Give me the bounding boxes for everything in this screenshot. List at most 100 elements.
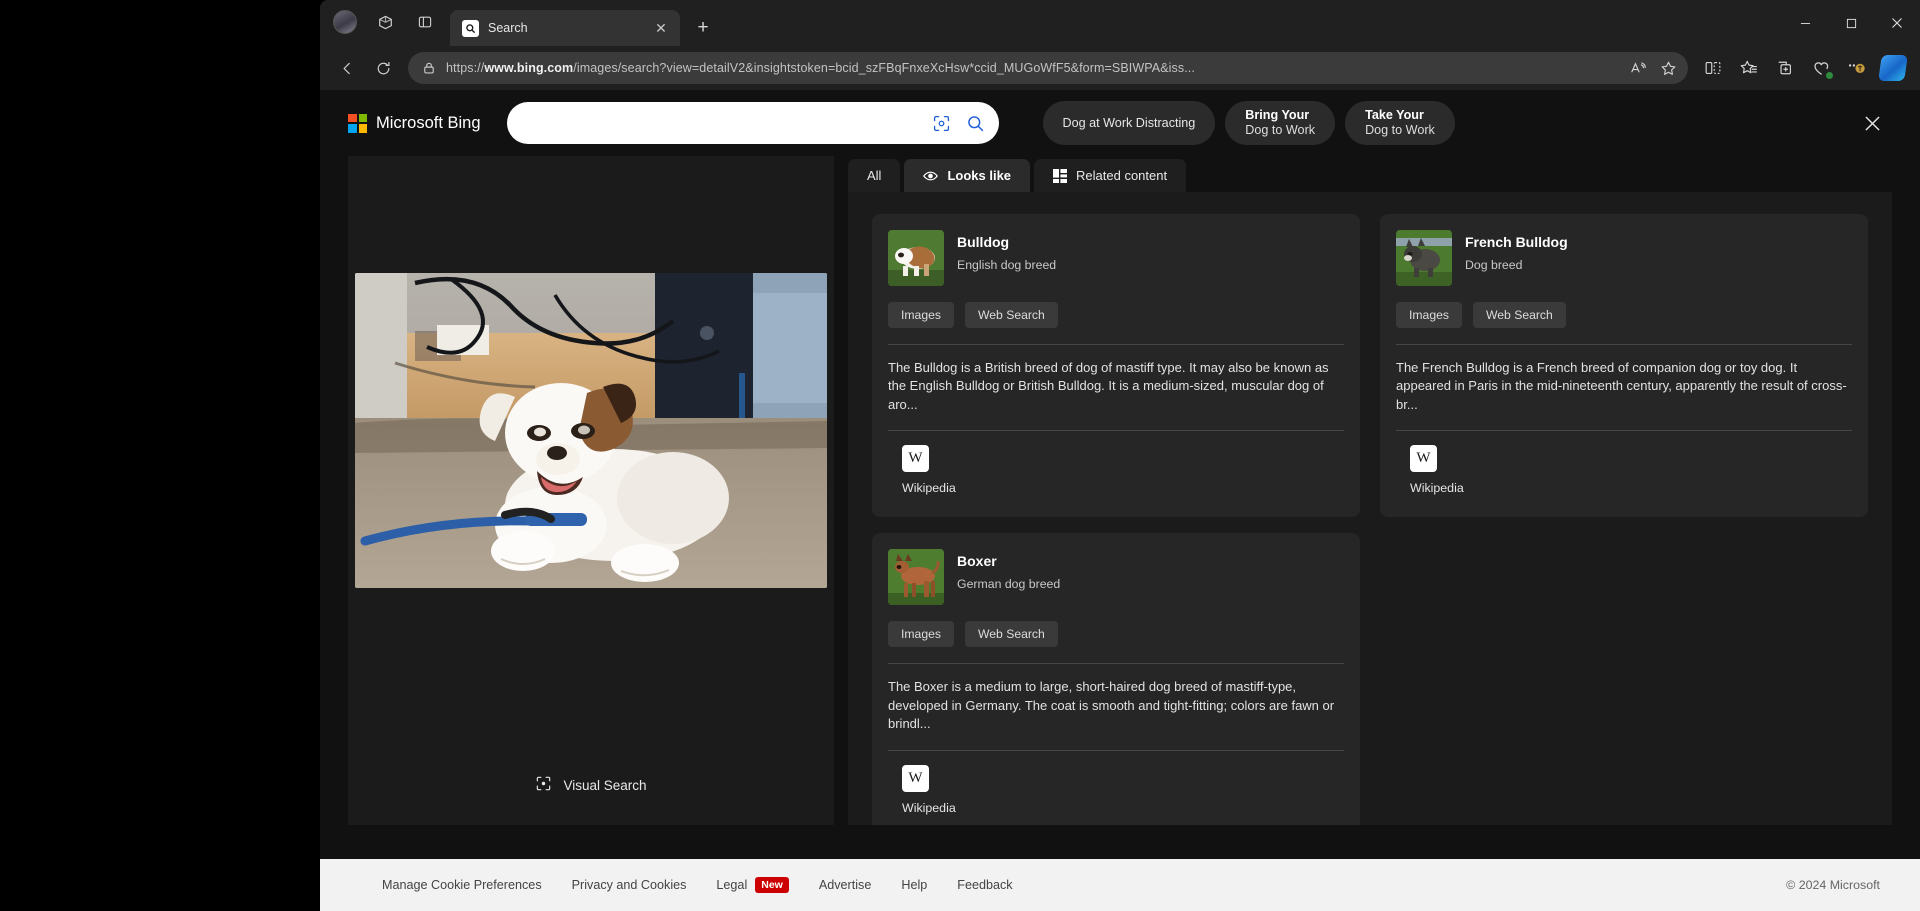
card-thumbnail[interactable] [888, 549, 944, 606]
tab-title: Search [488, 21, 528, 35]
browser-tab-strip: Search ✕ + [320, 0, 1920, 46]
card-title: Bulldog [957, 234, 1010, 250]
entity-card[interactable]: Bulldog English dog breed Images Web Sea… [872, 214, 1360, 518]
tab-related-content[interactable]: Related content [1034, 159, 1187, 192]
card-description: The Bulldog is a British breed of dog of… [888, 360, 1329, 412]
related-search-pills: Dog at Work Distracting Bring Your Dog t… [1042, 101, 1455, 145]
footer-link-privacy-and-cookies[interactable]: Privacy and Cookies [572, 878, 687, 892]
wikipedia-icon: W [1410, 445, 1437, 473]
lock-icon[interactable] [422, 61, 436, 75]
visual-search-label: Visual Search [563, 777, 647, 793]
collections-icon[interactable] [1768, 51, 1802, 85]
url-bar[interactable]: https://www.bing.com/images/search?view=… [408, 52, 1688, 84]
entity-card[interactable]: Boxer German dog breed Images Web Search [872, 533, 1360, 825]
entity-card[interactable]: French Bulldog Dog breed Images Web Sear… [1380, 214, 1868, 518]
tab-looks-like[interactable]: Looks like [904, 159, 1031, 192]
card-source[interactable]: W Wikipedia [888, 445, 1344, 495]
source-label: Wikipedia [902, 800, 956, 815]
insights-pane: All Looks like Related content Bulldog E… [834, 156, 1892, 825]
close-window-button[interactable] [1874, 0, 1920, 46]
card-description: The French Bulldog is a French breed of … [1396, 360, 1847, 412]
card-header: Boxer German dog breed [888, 549, 1344, 606]
card-subtitle: German dog breed [957, 577, 1061, 592]
footer-link-help[interactable]: Help [901, 878, 927, 892]
footer-link-manage-cookie-preferences[interactable]: Manage Cookie Preferences [382, 878, 542, 892]
visual-search-icon [535, 775, 552, 795]
card-subtitle: English dog breed [957, 258, 1057, 272]
visual-search-camera-icon[interactable] [925, 106, 959, 140]
web-search-button[interactable]: Web Search [964, 621, 1058, 648]
french-bulldog-thumbnail-image [1396, 230, 1452, 286]
copilot-icon[interactable] [1876, 51, 1910, 85]
page-footer: Manage Cookie Preferences Privacy and Co… [320, 859, 1920, 911]
footer-spacer [320, 825, 1920, 859]
tab-close-icon[interactable]: ✕ [650, 17, 672, 39]
profile-avatar[interactable] [328, 5, 362, 39]
images-button[interactable]: Images [888, 621, 954, 648]
card-titles: Bulldog English dog breed [957, 230, 1056, 272]
eye-icon [923, 170, 939, 182]
suggestion-line1: Take Your [1365, 108, 1424, 122]
footer-link-label: Legal [716, 878, 748, 892]
wikipedia-icon: W [902, 764, 929, 792]
search-input[interactable] [524, 115, 925, 131]
browser-essentials-icon[interactable] [1804, 51, 1838, 85]
divider [1396, 430, 1852, 432]
extensions-icon[interactable] [1840, 51, 1874, 85]
browser-window: Search ✕ + https://www.bing.com/images/s… [320, 0, 1920, 911]
search-box[interactable] [506, 102, 999, 144]
images-button[interactable]: Images [888, 302, 954, 328]
bulldog-photo [355, 273, 827, 588]
card-thumbnail[interactable] [888, 230, 944, 286]
main-image[interactable] [355, 273, 827, 588]
split-screen-icon[interactable] [1696, 51, 1730, 85]
favorite-star-icon[interactable] [1654, 54, 1682, 82]
web-search-button[interactable]: Web Search [1472, 302, 1566, 328]
new-tab-button[interactable]: + [688, 13, 718, 43]
divider [888, 749, 1344, 751]
microsoft-bing-logo[interactable]: Microsoft Bing [348, 113, 481, 133]
tabstrip-left-icons [328, 0, 442, 46]
footer-link-legal[interactable]: Legal New [716, 877, 789, 893]
tab-label: All [867, 168, 882, 183]
browser-tab[interactable]: Search ✕ [450, 10, 680, 46]
footer-link-feedback[interactable]: Feedback [957, 878, 1012, 892]
source-label: Wikipedia [1410, 481, 1464, 496]
suggestion-line1: Dog at Work Distracting [1062, 115, 1196, 130]
footer-link-advertise[interactable]: Advertise [819, 878, 872, 892]
workspaces-icon[interactable] [368, 5, 402, 39]
card-title: Boxer [957, 553, 997, 570]
search-magnifier-icon[interactable] [959, 106, 993, 140]
suggestion-line2: Dog to Work [1365, 123, 1435, 137]
suggestion-line2: Dog to Work [1245, 123, 1316, 137]
web-search-button[interactable]: Web Search [964, 302, 1058, 328]
minimize-button[interactable] [1782, 0, 1828, 46]
card-actions: Images Web Search [1396, 302, 1852, 328]
divider [888, 663, 1344, 665]
read-aloud-icon[interactable] [1624, 54, 1652, 82]
new-badge: New [755, 877, 789, 893]
visual-search-button[interactable]: Visual Search [348, 775, 834, 795]
suggestion-pill-0[interactable]: Dog at Work Distracting [1042, 101, 1216, 145]
suggestion-pill-1[interactable]: Bring Your Dog to Work [1225, 101, 1336, 145]
card-source[interactable]: W Wikipedia [888, 764, 1344, 815]
card-source[interactable]: W Wikipedia [1396, 445, 1852, 495]
refresh-button[interactable] [366, 51, 400, 85]
bing-logo-text: Microsoft Bing [376, 113, 481, 132]
tab-all[interactable]: All [848, 159, 901, 192]
bing-search-icon [462, 19, 479, 37]
card-title: French Bulldog [1465, 234, 1568, 250]
back-button[interactable] [330, 51, 364, 85]
card-actions: Images Web Search [888, 621, 1344, 648]
images-button[interactable]: Images [1396, 302, 1462, 328]
microsoft-logo-icon [348, 113, 367, 133]
bulldog-thumbnail-image [888, 230, 944, 286]
close-overlay-button[interactable] [1852, 103, 1892, 143]
tab-actions-icon[interactable] [408, 5, 442, 39]
favorites-icon[interactable] [1732, 51, 1766, 85]
suggestion-pill-2[interactable]: Take Your Dog to Work [1345, 101, 1455, 145]
maximize-button[interactable] [1828, 0, 1874, 46]
image-preview-pane: Visual Search [348, 156, 834, 825]
card-thumbnail[interactable] [1396, 230, 1452, 286]
footer-links: Manage Cookie Preferences Privacy and Co… [382, 877, 1013, 893]
